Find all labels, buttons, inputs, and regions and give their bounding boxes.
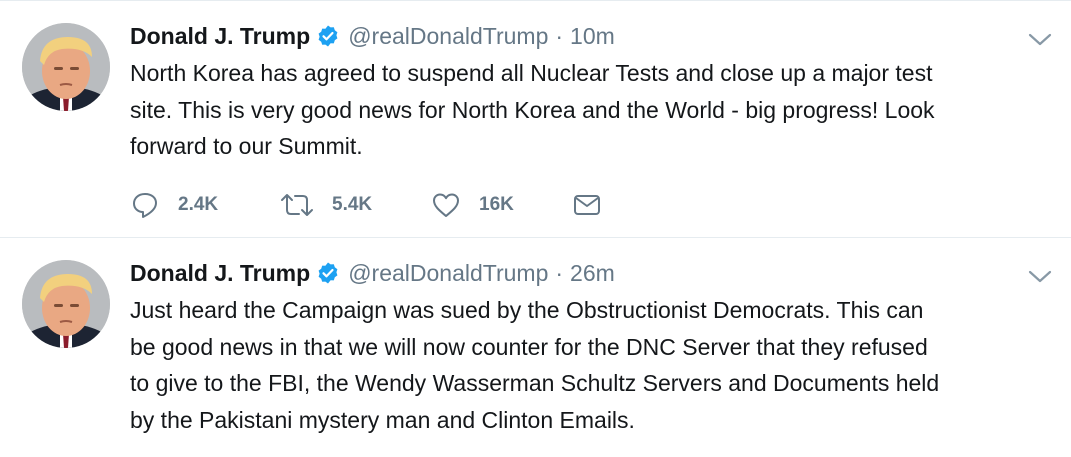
- tweet-actions: 2.4K 5.4K 16K: [130, 187, 601, 223]
- tweet-text-line: Just heard the Campaign was sued by the …: [130, 297, 924, 323]
- envelope-icon: [574, 195, 600, 215]
- author-name[interactable]: Donald J. Trump: [130, 260, 310, 287]
- author-handle[interactable]: @realDonaldTrump: [348, 23, 548, 50]
- avatar[interactable]: [22, 260, 110, 348]
- verified-badge-icon: [316, 24, 340, 48]
- tweet-text-line: North Korea has agreed to suspend all Nu…: [130, 60, 933, 86]
- retweet-icon: [281, 194, 313, 216]
- timeline: Donald J. Trump @realDonaldTrump · 10m N…: [0, 0, 1071, 457]
- tweet-header: Donald J. Trump @realDonaldTrump · 26m: [130, 256, 615, 290]
- verified-badge-icon: [316, 261, 340, 285]
- avatar-portrait: [22, 260, 110, 348]
- tweet-text-line: to give to the FBI, the Wendy Wasserman …: [130, 370, 940, 396]
- tweet[interactable]: Donald J. Trump @realDonaldTrump · 10m N…: [0, 0, 1071, 238]
- retweet-count: 5.4K: [332, 194, 373, 215]
- author-name[interactable]: Donald J. Trump: [130, 23, 310, 50]
- heart-icon: [433, 193, 459, 217]
- tweet-text-line: by the Pakistani mystery man and Clinton…: [130, 406, 635, 433]
- direct-message-button[interactable]: [573, 187, 601, 223]
- tweet-text-line: site. This is very good news for North K…: [130, 96, 935, 123]
- reply-count: 2.4K: [178, 194, 219, 215]
- tweet-text-line: forward to our Summit.: [130, 133, 363, 159]
- tweet[interactable]: Donald J. Trump @realDonaldTrump · 26m J…: [0, 238, 1071, 457]
- chevron-down-icon[interactable]: [1027, 31, 1053, 49]
- tweet-text: North Korea has agreed to suspend all Nu…: [130, 55, 1050, 165]
- retweet-button[interactable]: 5.4K: [280, 187, 431, 223]
- avatar[interactable]: [22, 23, 110, 111]
- separator-dot: ·: [555, 259, 564, 286]
- tweet-text: Just heard the Campaign was sued by the …: [130, 292, 1050, 438]
- author-handle[interactable]: @realDonaldTrump: [348, 260, 548, 287]
- separator-dot: ·: [555, 22, 564, 49]
- tweet-text-line: be good news in that we will now counter…: [130, 333, 928, 360]
- like-count: 16K: [479, 194, 514, 215]
- chevron-down-icon[interactable]: [1027, 268, 1053, 286]
- tweet-header: Donald J. Trump @realDonaldTrump · 10m: [130, 19, 615, 53]
- avatar-portrait: [22, 23, 110, 111]
- like-button[interactable]: 16K: [431, 187, 573, 223]
- timestamp[interactable]: 10m: [570, 23, 615, 50]
- timestamp[interactable]: 26m: [570, 260, 615, 287]
- reply-button[interactable]: 2.4K: [130, 187, 280, 223]
- reply-icon: [133, 193, 157, 218]
